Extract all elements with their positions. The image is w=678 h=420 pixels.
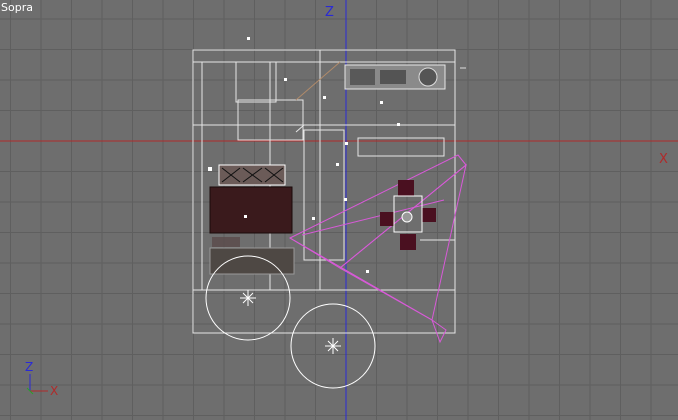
top-viewport[interactable]: Z X Z X Sopra: [0, 0, 678, 420]
object-selected-chair[interactable]: [288, 154, 467, 344]
axis-gizmo: Z X: [25, 360, 58, 398]
z-axis-label: Z: [325, 5, 334, 20]
object-panel-top[interactable]: [344, 64, 466, 90]
gizmo-z-label: Z: [25, 360, 33, 374]
viewport-label[interactable]: Sopra: [1, 1, 33, 14]
object-cargo-block[interactable]: [209, 186, 295, 275]
object-crate[interactable]: [218, 164, 286, 186]
object-wheel-rear[interactable]: [290, 303, 376, 389]
viewport-canvas[interactable]: Z X Z X: [0, 0, 678, 420]
x-axis-label: X: [659, 152, 668, 167]
gizmo-x-label: X: [50, 384, 58, 398]
